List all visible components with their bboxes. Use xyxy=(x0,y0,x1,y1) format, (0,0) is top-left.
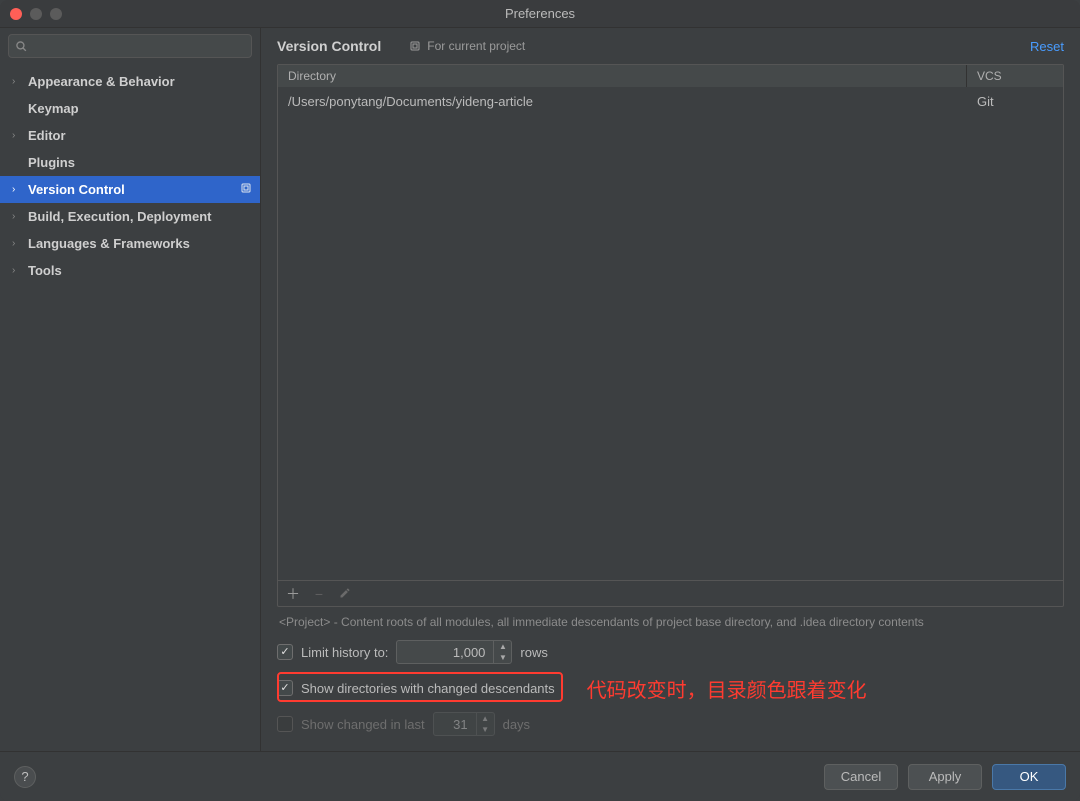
table-toolbar: ＋ − xyxy=(278,580,1063,606)
show-changed-spinner: ▲ ▼ xyxy=(476,713,494,735)
chevron-right-icon: › xyxy=(12,130,22,141)
options: Limit history to: ▲ ▼ rows Show direc xyxy=(277,639,1064,741)
show-changed-checkbox[interactable] xyxy=(277,716,293,732)
chevron-right-icon: › xyxy=(12,265,22,276)
limit-history-suffix: rows xyxy=(520,645,547,660)
cancel-button[interactable]: Cancel xyxy=(824,764,898,790)
project-scope-icon xyxy=(409,40,421,52)
project-scope-icon xyxy=(240,182,252,197)
help-button[interactable]: ? xyxy=(14,766,36,788)
breadcrumb: Version Control xyxy=(277,38,381,54)
show-changed-input xyxy=(434,717,476,732)
table-body: /Users/ponytang/Documents/yideng-article… xyxy=(278,87,1063,580)
zoom-window-button[interactable] xyxy=(50,8,62,20)
sidebar-item[interactable]: ›Plugins xyxy=(0,149,260,176)
limit-history-checkbox[interactable] xyxy=(277,644,293,660)
cell-vcs: Git xyxy=(967,88,1063,115)
sidebar-item[interactable]: › Version Control xyxy=(0,176,260,203)
chevron-down-icon[interactable]: ▼ xyxy=(494,652,511,663)
limit-history-label: Limit history to: xyxy=(301,645,388,660)
search-box[interactable] xyxy=(8,34,252,58)
chevron-up-icon: ▲ xyxy=(477,713,494,724)
table-row[interactable]: /Users/ponytang/Documents/yideng-article… xyxy=(278,87,1063,115)
project-scope-label: For current project xyxy=(409,39,525,53)
project-mapping-hint: <Project> - Content roots of all modules… xyxy=(277,607,1064,639)
sidebar-item-label: Plugins xyxy=(28,155,75,170)
sidebar-item[interactable]: › Appearance & Behavior xyxy=(0,68,260,95)
sidebar-item-label: Version Control xyxy=(28,182,125,197)
annotation-text: 代码改变时，目录颜色跟着变化 xyxy=(587,674,867,703)
sidebar-item-label: Appearance & Behavior xyxy=(28,74,175,89)
sidebar-item[interactable]: ›Keymap xyxy=(0,95,260,122)
preferences-window: Preferences ›Appearance & Behavior›Keyma… xyxy=(0,0,1080,801)
sidebar: ›Appearance & Behavior›Keymap›Editor›Plu… xyxy=(0,28,261,751)
apply-button[interactable]: Apply xyxy=(908,764,982,790)
sidebar-item-label: Build, Execution, Deployment xyxy=(28,209,211,224)
sidebar-item[interactable]: › Editor xyxy=(0,122,260,149)
chevron-down-icon: ▼ xyxy=(477,724,494,735)
chevron-up-icon[interactable]: ▲ xyxy=(494,641,511,652)
dialog-footer: ? Cancel Apply OK xyxy=(0,751,1080,801)
opt-show-dirs: Show directories with changed descendant… xyxy=(277,675,1064,701)
sidebar-item[interactable]: › Build, Execution, Deployment xyxy=(0,203,260,230)
minimize-window-button[interactable] xyxy=(30,8,42,20)
window-controls xyxy=(0,8,62,20)
sidebar-item-label: Editor xyxy=(28,128,66,143)
show-changed-value: ▲ ▼ xyxy=(433,712,495,736)
limit-history-value[interactable]: ▲ ▼ xyxy=(396,640,512,664)
window-title: Preferences xyxy=(0,6,1080,21)
limit-history-spinner[interactable]: ▲ ▼ xyxy=(493,641,511,663)
show-dirs-checkbox[interactable] xyxy=(277,680,293,696)
titlebar: Preferences xyxy=(0,0,1080,28)
vcs-mappings-table: Directory VCS /Users/ponytang/Documents/… xyxy=(277,64,1064,607)
chevron-right-icon: › xyxy=(12,76,22,87)
settings-tree: ›Appearance & Behavior›Keymap›Editor›Plu… xyxy=(0,64,260,751)
search-input[interactable] xyxy=(32,38,245,54)
main-panel: Version Control For current project Rese… xyxy=(261,28,1080,751)
show-dirs-label: Show directories with changed descendant… xyxy=(301,681,555,696)
sidebar-item-label: Languages & Frameworks xyxy=(28,236,190,251)
add-mapping-button[interactable]: ＋ xyxy=(286,584,300,604)
col-directory[interactable]: Directory xyxy=(278,65,967,87)
sidebar-item[interactable]: › Tools xyxy=(0,257,260,284)
search-icon xyxy=(15,40,28,53)
ok-button[interactable]: OK xyxy=(992,764,1066,790)
sidebar-item-label: Keymap xyxy=(28,101,79,116)
col-vcs[interactable]: VCS xyxy=(967,65,1063,87)
opt-limit-history: Limit history to: ▲ ▼ rows xyxy=(277,639,1064,665)
cell-directory: /Users/ponytang/Documents/yideng-article xyxy=(278,88,967,115)
panel-header: Version Control For current project Rese… xyxy=(261,28,1080,64)
chevron-right-icon: › xyxy=(12,211,22,222)
show-changed-suffix: days xyxy=(503,717,530,732)
edit-mapping-button[interactable] xyxy=(338,586,352,602)
chevron-right-icon: › xyxy=(12,238,22,249)
close-window-button[interactable] xyxy=(10,8,22,20)
show-changed-label: Show changed in last xyxy=(301,717,425,732)
chevron-right-icon: › xyxy=(12,184,22,195)
table-header: Directory VCS xyxy=(278,65,1063,87)
reset-link[interactable]: Reset xyxy=(1030,39,1064,54)
opt-show-changed: Show changed in last ▲ ▼ days xyxy=(277,711,1064,737)
limit-history-input[interactable] xyxy=(397,645,493,660)
sidebar-item-label: Tools xyxy=(28,263,62,278)
sidebar-item[interactable]: › Languages & Frameworks xyxy=(0,230,260,257)
remove-mapping-button[interactable]: − xyxy=(312,586,326,602)
